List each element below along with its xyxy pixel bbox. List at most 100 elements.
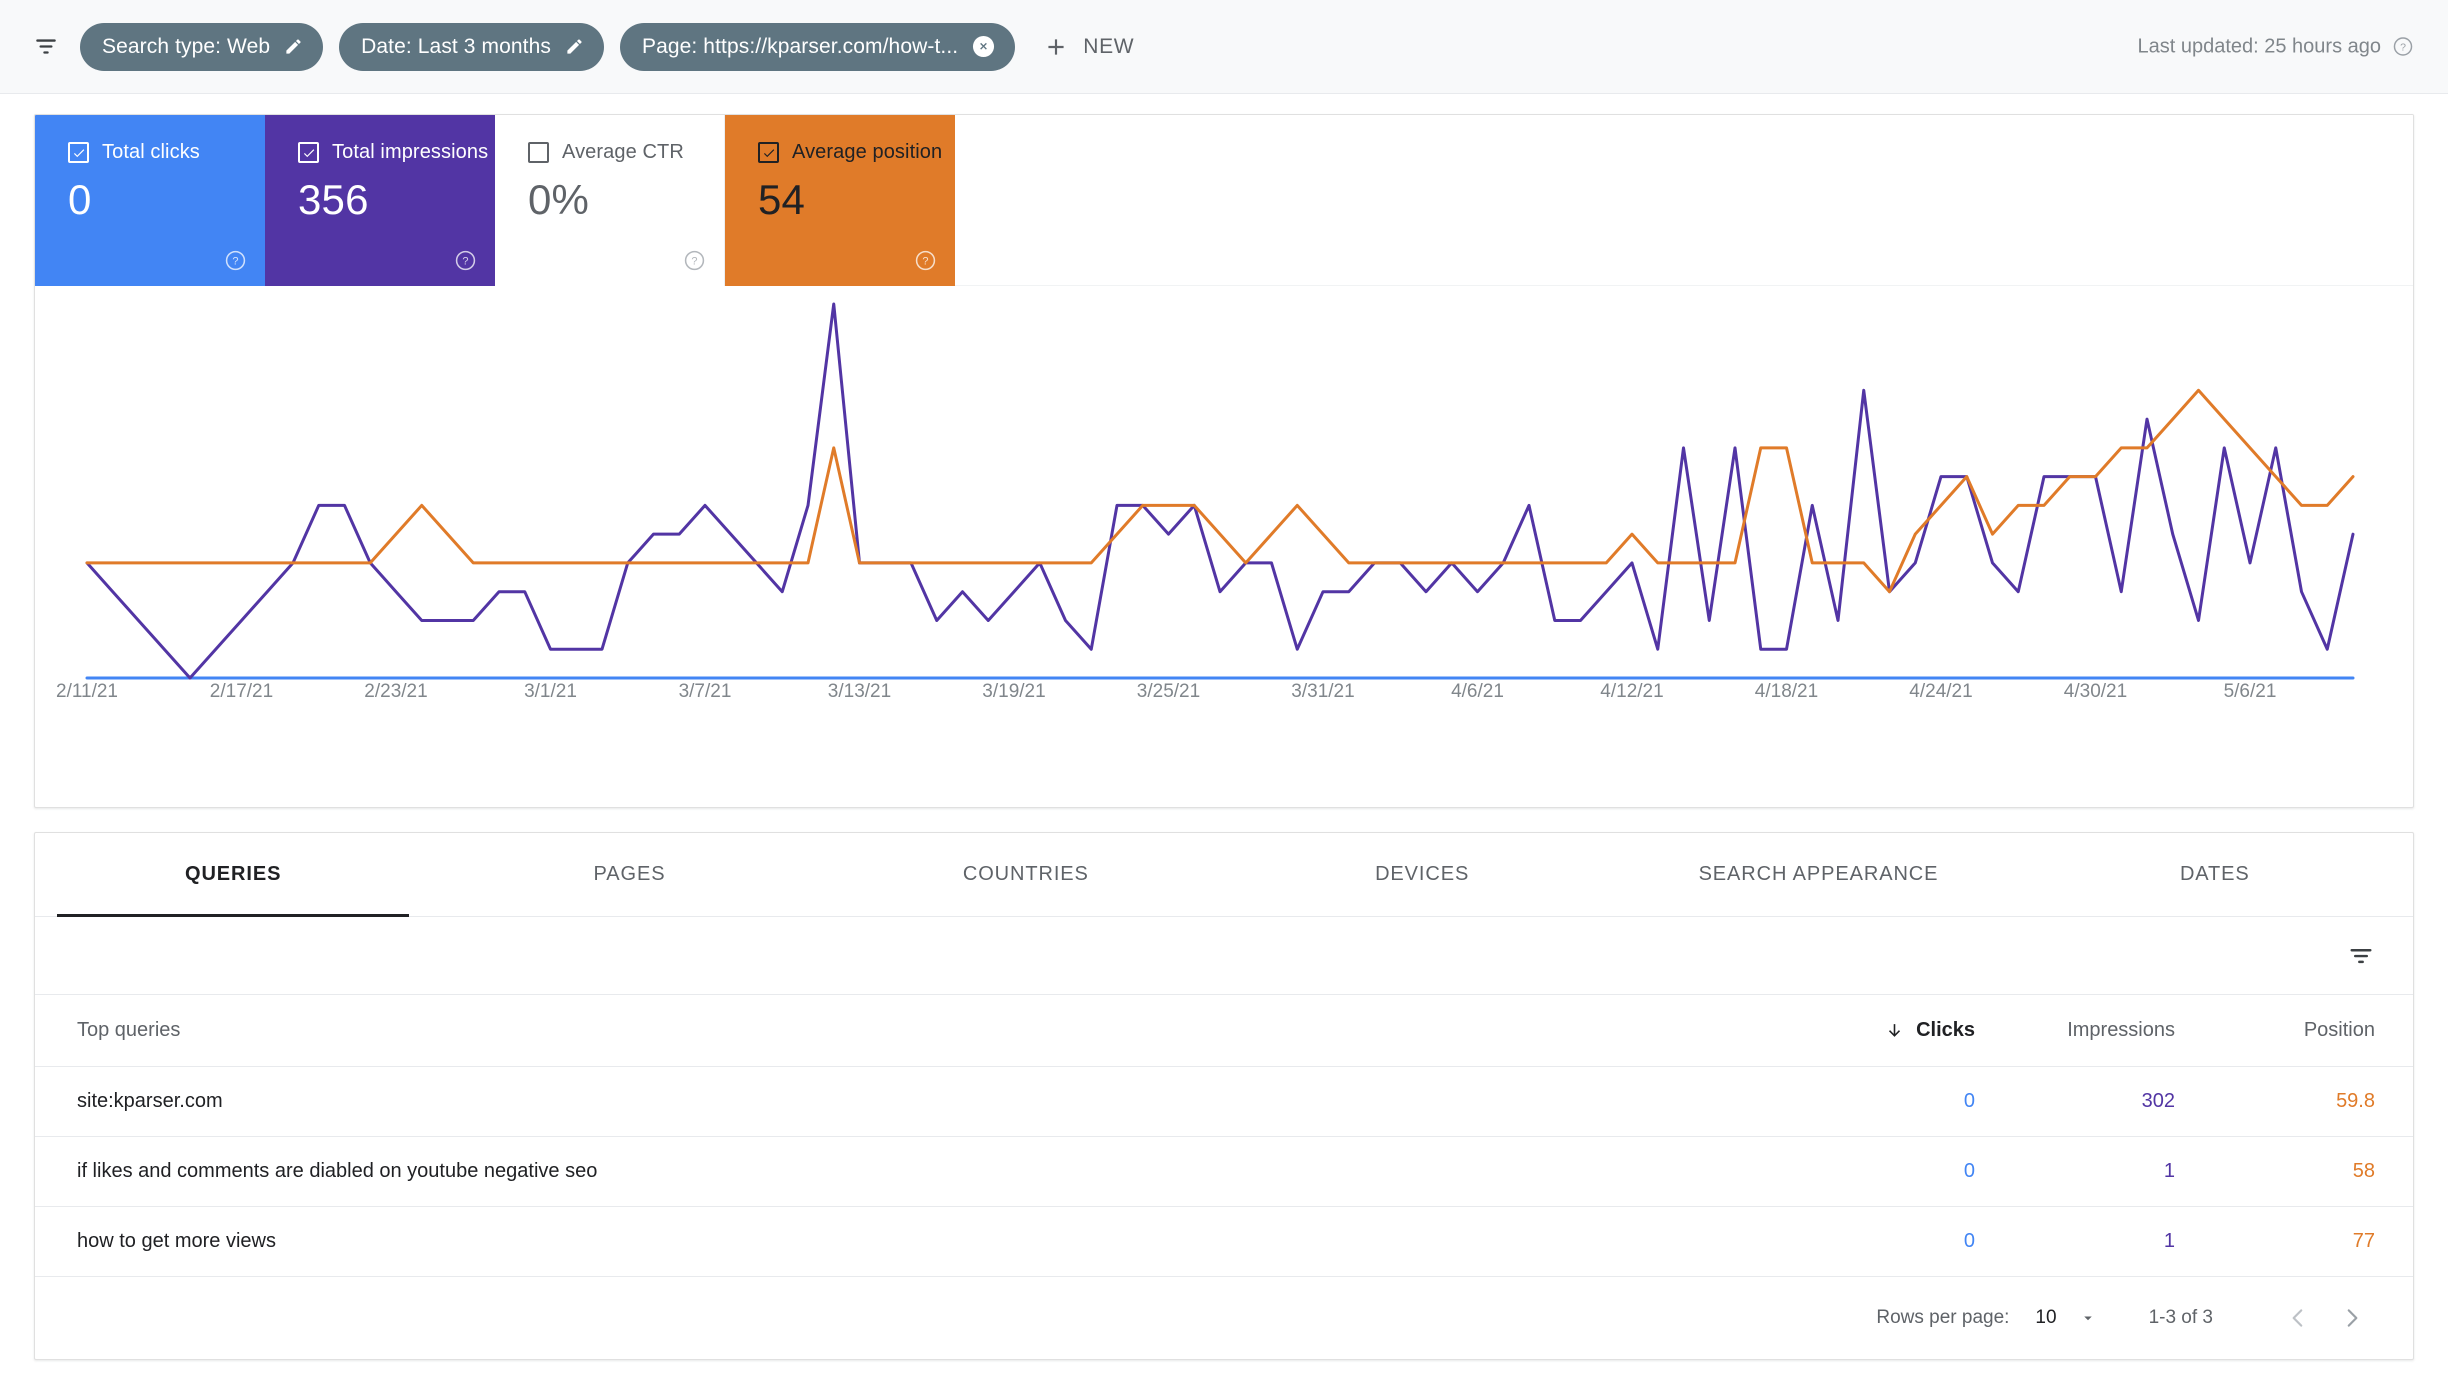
table-header-row: Top queries Clicks Impressions Position (35, 995, 2413, 1067)
filter-chip-search-type[interactable]: Search type: Web (80, 22, 324, 71)
cell-impressions: 1 (2163, 1230, 2175, 1252)
metric-card-total-impressions[interactable]: Total impressions 356 ? (265, 115, 495, 286)
add-new-filter-label: NEW (1083, 34, 1135, 58)
performance-line-chart[interactable]: 2/11/21 2/17/21 2/23/21 3/1/21 3/7/21 3/13/21… (35, 286, 2413, 807)
metric-card-average-position[interactable]: Average position 54 ? (725, 115, 955, 286)
column-header-query[interactable]: Top queries (77, 1019, 1775, 1042)
cell-clicks: 0 (1963, 1160, 1975, 1182)
x-axis-tick-label: 3/19/21 (982, 681, 1046, 702)
svg-text:?: ? (462, 256, 468, 268)
filter-chip-label: Search type: Web (102, 34, 271, 58)
tab-label: PAGES (593, 863, 666, 885)
metric-header: Average position (758, 141, 955, 164)
cell-clicks: 0 (1963, 1230, 1975, 1252)
table-pagination: Rows per page: 10 1-3 of 3 (35, 1277, 2413, 1359)
column-header-impressions[interactable]: Impressions (1975, 1019, 2175, 1042)
last-updated-status: Last updated: 25 hours ago ? (2137, 35, 2414, 58)
x-axis-tick-label: 3/13/21 (827, 681, 892, 702)
checkbox-checked-icon[interactable] (68, 142, 89, 163)
close-circle-icon[interactable] (972, 35, 995, 58)
x-axis-tick-label: 2/17/21 (209, 681, 274, 702)
help-circle-icon[interactable]: ? (454, 249, 477, 272)
previous-page-button[interactable] (2271, 1291, 2325, 1345)
tab-dates[interactable]: DATES (2017, 833, 2413, 916)
metric-header: Average CTR (528, 141, 724, 164)
x-axis-tick-label: 4/30/21 (2063, 681, 2128, 702)
metric-cards: Total clicks 0 ? Total impressions 356 ?… (35, 115, 2413, 286)
rows-per-page-label: Rows per page: (1876, 1307, 2010, 1328)
table-row[interactable]: site:kparser.com 0 302 59.8 (35, 1067, 2413, 1137)
column-header-position[interactable]: Position (2175, 1019, 2375, 1042)
plus-icon (1043, 34, 1069, 60)
x-axis-tick-label: 5/6/21 (2223, 681, 2277, 702)
x-axis-tick-label: 3/1/21 (524, 681, 577, 702)
next-page-button[interactable] (2325, 1291, 2379, 1345)
tab-search-appearance[interactable]: SEARCH APPEARANCE (1620, 833, 2016, 916)
tab-label: COUNTRIES (962, 863, 1089, 885)
rows-per-page-select[interactable]: 10 (2035, 1307, 2096, 1329)
cell-position: 77 (2352, 1230, 2375, 1252)
cell-position: 58 (2352, 1160, 2375, 1182)
cell-query: site:kparser.com (77, 1090, 223, 1112)
x-axis-tick-label: 4/18/21 (1754, 681, 1819, 702)
metric-header: Total impressions (298, 141, 495, 164)
metric-cards-spacer (955, 115, 2413, 286)
svg-text:?: ? (922, 256, 928, 268)
column-header-clicks-label: Clicks (1916, 1019, 1975, 1041)
metric-label: Total clicks (102, 141, 200, 163)
pencil-icon[interactable] (284, 37, 303, 56)
metric-card-average-ctr[interactable]: Average CTR 0% ? (495, 115, 725, 286)
add-new-filter-button[interactable]: NEW (1043, 34, 1134, 60)
performance-table-card: QUERIES PAGES COUNTRIES DEVICES SEARCH APPEA… (34, 832, 2414, 1360)
tab-countries[interactable]: COUNTRIES (828, 833, 1224, 916)
tab-label: QUERIES (185, 863, 282, 885)
svg-text:?: ? (691, 256, 697, 268)
tab-label: DATES (2179, 863, 2250, 885)
cell-impressions: 302 (2141, 1090, 2175, 1112)
filter-chip-date[interactable]: Date: Last 3 months (339, 22, 604, 71)
x-axis-tick-label: 4/24/21 (1909, 681, 1973, 702)
last-updated-text: Last updated: 25 hours ago (2137, 35, 2381, 57)
filter-toolbar: Search type: Web Date: Last 3 months Pag… (0, 0, 2448, 94)
filter-list-icon[interactable] (2347, 942, 2375, 970)
chevron-down-icon (2079, 1309, 2097, 1327)
x-axis-tick-label: 2/23/21 (364, 681, 428, 702)
x-axis-tick-label: 2/11/21 (56, 681, 118, 702)
pagination-range: 1-3 of 3 (2148, 1307, 2213, 1328)
rows-per-page-value: 10 (2035, 1307, 2057, 1328)
metric-card-total-clicks[interactable]: Total clicks 0 ? (35, 115, 265, 286)
filter-chip-label: Page: https://kparser.com/how-t... (641, 34, 959, 58)
checkbox-checked-icon[interactable] (298, 142, 319, 163)
metric-value: 54 (758, 176, 806, 223)
x-axis-tick-label: 3/31/21 (1291, 681, 1355, 702)
dimension-tabs: QUERIES PAGES COUNTRIES DEVICES SEARCH APPEA… (35, 833, 2413, 917)
filter-lines-icon[interactable] (26, 27, 66, 67)
cell-query: how to get more views (77, 1230, 276, 1252)
metric-label: Total impressions (332, 141, 489, 163)
checkbox-checked-icon[interactable] (758, 142, 779, 163)
x-axis-tick-label: 4/12/21 (1600, 681, 1664, 702)
pencil-icon[interactable] (565, 37, 584, 56)
checkbox-unchecked-icon[interactable] (528, 142, 549, 163)
cell-position: 59.8 (2336, 1090, 2375, 1112)
performance-chart-card: Total clicks 0 ? Total impressions 356 ?… (34, 114, 2414, 808)
tab-queries[interactable]: QUERIES (35, 833, 431, 916)
table-row[interactable]: if likes and comments are diabled on you… (35, 1137, 2413, 1207)
tab-pages[interactable]: PAGES (431, 833, 827, 916)
metric-value: 356 (298, 176, 369, 223)
filter-chip-page[interactable]: Page: https://kparser.com/how-t... (619, 22, 1016, 71)
filter-chip-label: Date: Last 3 months (361, 34, 551, 58)
tab-devices[interactable]: DEVICES (1224, 833, 1620, 916)
help-circle-icon[interactable]: ? (2392, 36, 2414, 58)
help-circle-icon[interactable]: ? (683, 249, 706, 272)
metric-label: Average position (792, 141, 943, 163)
help-circle-icon[interactable]: ? (914, 249, 937, 272)
help-circle-icon[interactable]: ? (224, 249, 247, 272)
metric-label: Average CTR (562, 141, 684, 163)
column-header-clicks[interactable]: Clicks (1775, 1019, 1975, 1042)
metric-value: 0 (68, 176, 92, 223)
svg-text:?: ? (232, 256, 238, 268)
x-axis-tick-label: 4/6/21 (1451, 681, 1504, 702)
table-body: site:kparser.com 0 302 59.8 if likes and com… (35, 1067, 2413, 1277)
table-row[interactable]: how to get more views 0 1 77 (35, 1207, 2413, 1277)
